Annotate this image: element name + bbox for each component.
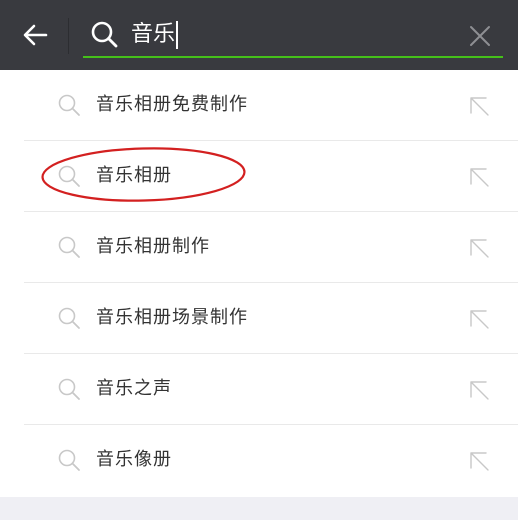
- arrow-up-left-icon[interactable]: [466, 448, 492, 474]
- search-icon: [58, 165, 80, 187]
- suggestion-label: 音乐相册制作: [96, 236, 210, 257]
- search-icon: [58, 236, 80, 258]
- arrow-up-left-icon[interactable]: [466, 377, 492, 403]
- search-input[interactable]: 音乐: [131, 18, 175, 52]
- suggestion-label: 音乐相册免费制作: [96, 94, 248, 115]
- suggestion-label: 音乐相册: [96, 165, 172, 186]
- arrow-up-left-icon[interactable]: [466, 93, 492, 119]
- suggestion-item[interactable]: 音乐之声: [0, 354, 518, 425]
- suggestion-item[interactable]: 音乐相册免费制作: [0, 70, 518, 141]
- suggestion-item[interactable]: 音乐相册制作: [0, 212, 518, 283]
- search-field-underline: [83, 56, 503, 58]
- suggestion-item[interactable]: 音乐相册场景制作: [0, 283, 518, 354]
- arrow-up-left-icon[interactable]: [466, 235, 492, 261]
- arrow-up-left-icon[interactable]: [466, 306, 492, 332]
- search-icon: [58, 378, 80, 400]
- text-cursor: [176, 21, 178, 49]
- suggestion-item[interactable]: 音乐相册: [0, 141, 518, 212]
- search-icon: [58, 94, 80, 116]
- close-icon[interactable]: [466, 22, 494, 50]
- suggestion-item[interactable]: 音乐像册: [0, 425, 518, 496]
- arrow-up-left-icon[interactable]: [466, 164, 492, 190]
- search-top-bar: 音乐: [0, 0, 518, 70]
- search-icon: [58, 307, 80, 329]
- topbar-divider: [68, 18, 69, 54]
- arrow-left-icon: [23, 24, 48, 46]
- search-icon: [58, 449, 80, 471]
- back-button[interactable]: [18, 20, 52, 50]
- bottom-area: [0, 497, 518, 520]
- suggestion-label: 音乐像册: [96, 449, 172, 470]
- suggestion-label: 音乐之声: [96, 378, 172, 399]
- suggestion-label: 音乐相册场景制作: [96, 307, 248, 328]
- search-icon: [91, 21, 118, 48]
